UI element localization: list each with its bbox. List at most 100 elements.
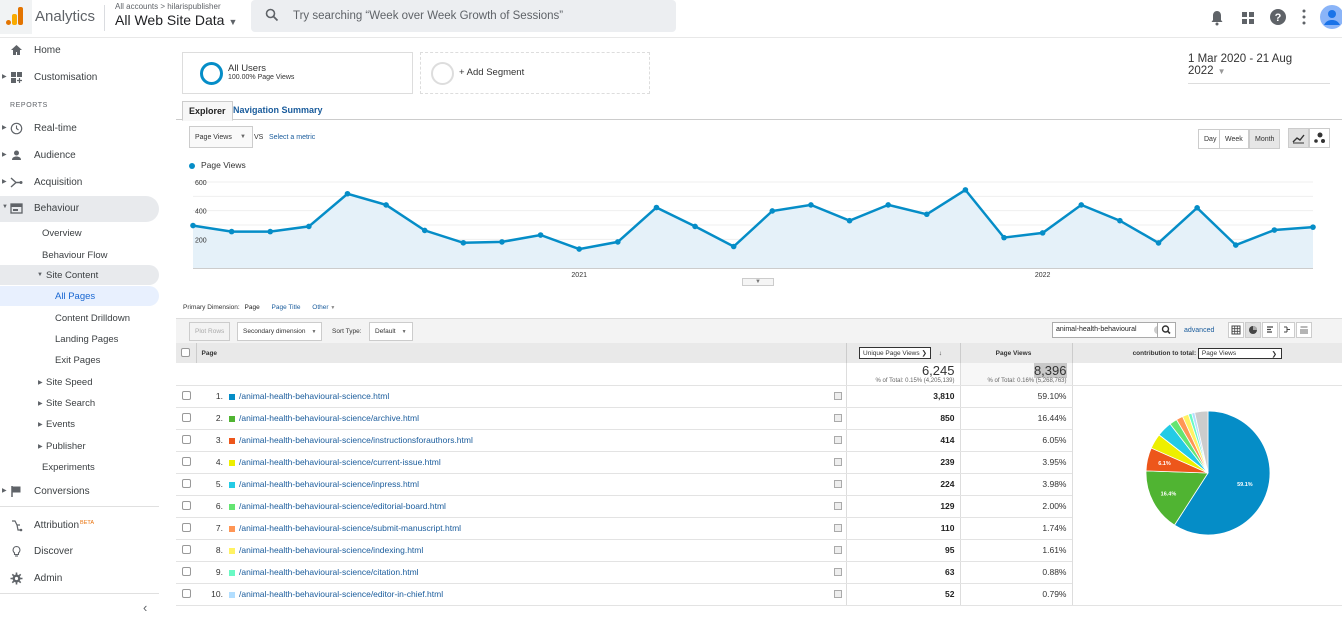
collapse-sidebar-button[interactable]: ‹ <box>143 600 147 615</box>
advanced-filter-link[interactable]: advanced <box>1184 327 1214 334</box>
open-page-external-icon[interactable] <box>833 480 842 488</box>
row-checkbox[interactable] <box>181 566 191 576</box>
data-point[interactable] <box>769 208 776 214</box>
data-point[interactable] <box>1078 202 1085 208</box>
tab-navigation-summary[interactable]: Navigation Summary <box>227 101 329 121</box>
row-checkbox[interactable] <box>181 522 191 532</box>
unique-page-views-metric-select[interactable]: Unique Page Views ❯ <box>859 347 931 359</box>
line-chart-button[interactable] <box>1288 128 1309 148</box>
data-point[interactable] <box>306 223 312 230</box>
page-link[interactable]: /animal-health-behavioural-science/instr… <box>239 435 473 445</box>
open-page-external-icon[interactable] <box>833 414 842 422</box>
data-point[interactable] <box>576 246 583 252</box>
page-column-header[interactable]: Page <box>195 343 846 363</box>
sidebar-item-all-pages[interactable]: All Pages <box>0 286 159 306</box>
data-point[interactable] <box>808 202 814 208</box>
metric-dropdown[interactable]: Page Views ▼ <box>189 126 253 148</box>
data-point[interactable] <box>344 190 351 197</box>
data-point[interactable] <box>383 202 389 208</box>
row-checkbox[interactable] <box>181 544 191 554</box>
sidebar-item-customisation[interactable]: ▶ Customisation <box>0 65 159 91</box>
sidebar-item-landing-pages[interactable]: Landing Pages <box>0 329 159 349</box>
page-link[interactable]: /animal-health-behavioural-science/submi… <box>239 523 461 533</box>
data-point[interactable] <box>421 227 428 234</box>
data-point[interactable] <box>923 211 930 218</box>
open-page-external-icon[interactable] <box>833 436 842 444</box>
data-point[interactable] <box>1194 205 1200 211</box>
view-comparison-button[interactable] <box>1279 322 1295 338</box>
view-percentage-button[interactable] <box>1245 322 1261 338</box>
date-range-picker[interactable]: 1 Mar 2020 - 21 Aug 2022 ▼ <box>1188 53 1330 84</box>
view-pivot-button[interactable] <box>1296 322 1312 338</box>
sidebar-item-site-speed[interactable]: ▶ Site Speed <box>0 372 159 392</box>
account-breadcrumb[interactable]: All accounts > hilarispublisher <box>115 2 221 11</box>
data-point[interactable] <box>228 228 235 235</box>
view-data-table-button[interactable] <box>1228 322 1244 338</box>
motion-chart-button[interactable] <box>1309 128 1330 148</box>
data-point[interactable] <box>962 187 969 193</box>
sidebar-item-home[interactable]: Home <box>0 38 159 64</box>
data-point[interactable] <box>1155 240 1162 246</box>
bell-icon[interactable] <box>1207 8 1227 28</box>
select-metric-link[interactable]: Select a metric <box>269 134 315 141</box>
more-vert-icon[interactable] <box>1294 7 1314 27</box>
help-icon[interactable]: ? <box>1268 7 1288 27</box>
open-page-external-icon[interactable] <box>833 546 842 554</box>
page-link[interactable]: /animal-health-behavioural-science/curre… <box>239 457 441 467</box>
analytics-logo[interactable] <box>0 0 32 34</box>
select-all-checkbox[interactable] <box>181 347 191 357</box>
sidebar-item-behaviour-flow[interactable]: Behaviour Flow <box>0 245 159 265</box>
sort-type-dropdown[interactable]: Default ▼ <box>369 322 413 341</box>
dimension-other-dropdown[interactable]: Other ▼ <box>312 304 335 311</box>
row-checkbox[interactable] <box>181 456 191 466</box>
chart-resize-handle[interactable]: ▼ <box>742 278 774 286</box>
add-segment-button[interactable]: + Add Segment <box>420 52 650 94</box>
sidebar-item-events[interactable]: ▶ Events <box>0 414 159 434</box>
row-checkbox[interactable] <box>181 434 191 444</box>
data-point[interactable] <box>1271 227 1278 233</box>
data-point[interactable] <box>1001 234 1007 241</box>
data-point[interactable] <box>730 243 737 250</box>
sidebar-item-behaviour[interactable]: ▼ Behaviour <box>0 196 159 222</box>
dimension-page-title-link[interactable]: Page Title <box>272 304 301 311</box>
sidebar-item-discover[interactable]: Discover <box>0 539 159 565</box>
row-checkbox[interactable] <box>181 412 191 422</box>
apps-grid-icon[interactable] <box>1238 8 1258 28</box>
data-point[interactable] <box>499 239 505 245</box>
row-checkbox[interactable] <box>181 500 191 510</box>
page-link[interactable]: /animal-health-behavioural-science/inpre… <box>239 479 419 489</box>
data-point[interactable] <box>1310 224 1316 230</box>
account-avatar-icon[interactable] <box>1320 5 1342 29</box>
open-page-external-icon[interactable] <box>833 590 842 598</box>
data-point[interactable] <box>653 204 660 211</box>
page-link[interactable]: /animal-health-behavioural-science.html <box>239 391 389 401</box>
data-point[interactable] <box>267 228 274 235</box>
sidebar-item-conversions[interactable]: ▶ Conversions <box>0 479 159 505</box>
sidebar-item-publisher[interactable]: ▶ Publisher <box>0 436 159 456</box>
plot-rows-button[interactable]: Plot Rows <box>189 322 231 341</box>
data-point[interactable] <box>537 232 544 238</box>
sidebar-item-realtime[interactable]: ▶ Real-time <box>0 116 159 142</box>
row-checkbox[interactable] <box>181 478 191 488</box>
data-point[interactable] <box>1039 230 1046 236</box>
property-selector[interactable]: All Web Site Data ▼ <box>115 12 237 28</box>
granularity-week-button[interactable]: Week <box>1219 129 1249 149</box>
sidebar-item-acquisition[interactable]: ▶ Acquisition <box>0 170 159 196</box>
page-link[interactable]: /animal-health-behavioural-science/archi… <box>239 413 419 423</box>
unique-page-views-header[interactable]: Unique Page Views ❯ ↓ <box>845 343 960 363</box>
sidebar-item-site-search[interactable]: ▶ Site Search <box>0 393 159 413</box>
sidebar-item-attribution[interactable]: AttributionBETA <box>0 513 159 539</box>
data-point[interactable] <box>846 217 853 224</box>
open-page-external-icon[interactable] <box>833 568 842 576</box>
sidebar-item-overview[interactable]: Overview <box>0 223 159 243</box>
data-point[interactable] <box>885 202 891 208</box>
page-views-header[interactable]: Page Views <box>959 343 1072 363</box>
row-checkbox[interactable] <box>181 588 191 598</box>
segment-all-users[interactable]: All Users 100.00% Page Views <box>182 52 413 94</box>
contribution-metric-select[interactable]: Page Views ❯ <box>1197 347 1282 359</box>
sidebar-item-site-content[interactable]: ▼ Site Content <box>0 265 159 285</box>
data-point[interactable] <box>615 239 621 245</box>
tab-explorer[interactable]: Explorer <box>182 101 233 121</box>
open-page-external-icon[interactable] <box>833 458 842 466</box>
sidebar-item-exit-pages[interactable]: Exit Pages <box>0 350 159 370</box>
